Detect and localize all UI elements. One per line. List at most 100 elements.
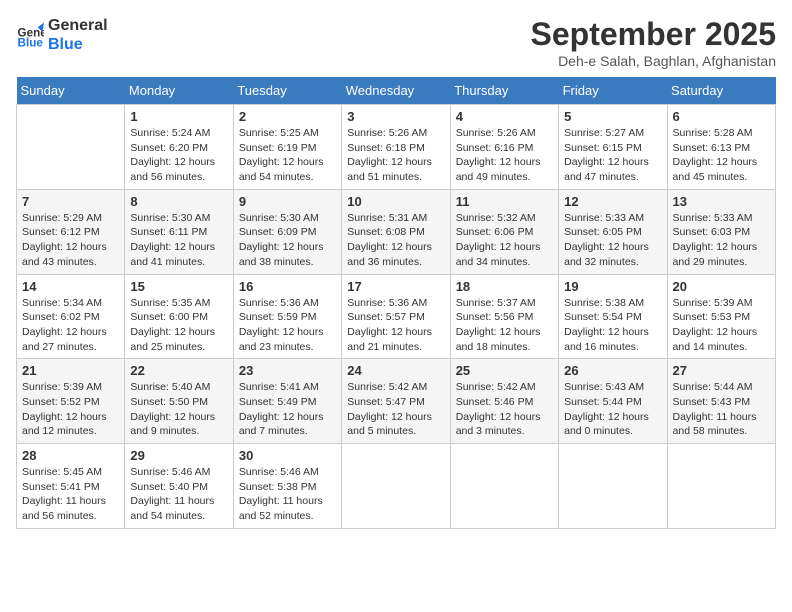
calendar-cell (667, 444, 775, 529)
day-number: 5 (564, 109, 661, 124)
day-info: Sunrise: 5:39 AM Sunset: 5:52 PM Dayligh… (22, 380, 119, 439)
day-info: Sunrise: 5:27 AM Sunset: 6:15 PM Dayligh… (564, 126, 661, 185)
day-number: 14 (22, 279, 119, 294)
day-info: Sunrise: 5:26 AM Sunset: 6:18 PM Dayligh… (347, 126, 444, 185)
day-info: Sunrise: 5:43 AM Sunset: 5:44 PM Dayligh… (564, 380, 661, 439)
calendar-cell: 28 Sunrise: 5:45 AM Sunset: 5:41 PM Dayli… (17, 444, 125, 529)
calendar-table: SundayMondayTuesdayWednesdayThursdayFrid… (16, 77, 776, 529)
day-number: 3 (347, 109, 444, 124)
day-number: 4 (456, 109, 553, 124)
calendar-week-3: 14 Sunrise: 5:34 AM Sunset: 6:02 PM Dayli… (17, 274, 776, 359)
day-info: Sunrise: 5:42 AM Sunset: 5:47 PM Dayligh… (347, 380, 444, 439)
calendar-cell (559, 444, 667, 529)
calendar-cell: 14 Sunrise: 5:34 AM Sunset: 6:02 PM Dayli… (17, 274, 125, 359)
logo-icon: General Blue (16, 21, 44, 49)
day-number: 30 (239, 448, 336, 463)
day-info: Sunrise: 5:41 AM Sunset: 5:49 PM Dayligh… (239, 380, 336, 439)
day-info: Sunrise: 5:45 AM Sunset: 5:41 PM Dayligh… (22, 465, 119, 524)
col-header-friday: Friday (559, 77, 667, 105)
day-number: 8 (130, 194, 227, 209)
calendar-cell: 29 Sunrise: 5:46 AM Sunset: 5:40 PM Dayli… (125, 444, 233, 529)
day-info: Sunrise: 5:40 AM Sunset: 5:50 PM Dayligh… (130, 380, 227, 439)
day-info: Sunrise: 5:30 AM Sunset: 6:09 PM Dayligh… (239, 211, 336, 270)
day-number: 15 (130, 279, 227, 294)
calendar-cell: 3 Sunrise: 5:26 AM Sunset: 6:18 PM Daylig… (342, 105, 450, 190)
calendar-cell: 6Sunrise: 5:28 AM Sunset: 6:13 PM Daylig… (667, 105, 775, 190)
day-number: 12 (564, 194, 661, 209)
day-info: Sunrise: 5:42 AM Sunset: 5:46 PM Dayligh… (456, 380, 553, 439)
calendar-cell: 8 Sunrise: 5:30 AM Sunset: 6:11 PM Daylig… (125, 189, 233, 274)
day-info: Sunrise: 5:30 AM Sunset: 6:11 PM Dayligh… (130, 211, 227, 270)
col-header-tuesday: Tuesday (233, 77, 341, 105)
page-header: General Blue General Blue September 2025… (16, 16, 776, 69)
calendar-cell: 16Sunrise: 5:36 AM Sunset: 5:59 PM Dayli… (233, 274, 341, 359)
col-header-thursday: Thursday (450, 77, 558, 105)
month-title: September 2025 (531, 16, 776, 53)
calendar-cell: 9 Sunrise: 5:30 AM Sunset: 6:09 PM Daylig… (233, 189, 341, 274)
day-info: Sunrise: 5:46 AM Sunset: 5:40 PM Dayligh… (130, 465, 227, 524)
calendar-week-1: 1 Sunrise: 5:24 AM Sunset: 6:20 PM Daylig… (17, 105, 776, 190)
calendar-week-4: 21 Sunrise: 5:39 AM Sunset: 5:52 PM Dayli… (17, 359, 776, 444)
day-number: 10 (347, 194, 444, 209)
calendar-cell: 24Sunrise: 5:42 AM Sunset: 5:47 PM Dayli… (342, 359, 450, 444)
day-info: Sunrise: 5:31 AM Sunset: 6:08 PM Dayligh… (347, 211, 444, 270)
calendar-cell: 17Sunrise: 5:36 AM Sunset: 5:57 PM Dayli… (342, 274, 450, 359)
day-info: Sunrise: 5:28 AM Sunset: 6:13 PM Dayligh… (673, 126, 770, 185)
calendar-week-2: 7 Sunrise: 5:29 AM Sunset: 6:12 PM Daylig… (17, 189, 776, 274)
day-info: Sunrise: 5:24 AM Sunset: 6:20 PM Dayligh… (130, 126, 227, 185)
calendar-week-5: 28 Sunrise: 5:45 AM Sunset: 5:41 PM Dayli… (17, 444, 776, 529)
day-info: Sunrise: 5:36 AM Sunset: 5:57 PM Dayligh… (347, 296, 444, 355)
day-info: Sunrise: 5:35 AM Sunset: 6:00 PM Dayligh… (130, 296, 227, 355)
day-info: Sunrise: 5:36 AM Sunset: 5:59 PM Dayligh… (239, 296, 336, 355)
day-info: Sunrise: 5:39 AM Sunset: 5:53 PM Dayligh… (673, 296, 770, 355)
day-info: Sunrise: 5:46 AM Sunset: 5:38 PM Dayligh… (239, 465, 336, 524)
day-number: 2 (239, 109, 336, 124)
calendar-cell: 20 Sunrise: 5:39 AM Sunset: 5:53 PM Dayli… (667, 274, 775, 359)
day-number: 23 (239, 363, 336, 378)
day-info: Sunrise: 5:26 AM Sunset: 6:16 PM Dayligh… (456, 126, 553, 185)
day-info: Sunrise: 5:34 AM Sunset: 6:02 PM Dayligh… (22, 296, 119, 355)
calendar-cell (450, 444, 558, 529)
day-number: 9 (239, 194, 336, 209)
day-number: 19 (564, 279, 661, 294)
day-info: Sunrise: 5:38 AM Sunset: 5:54 PM Dayligh… (564, 296, 661, 355)
calendar-cell: 2Sunrise: 5:25 AM Sunset: 6:19 PM Daylig… (233, 105, 341, 190)
day-info: Sunrise: 5:44 AM Sunset: 5:43 PM Dayligh… (673, 380, 770, 439)
calendar-cell: 13 Sunrise: 5:33 AM Sunset: 6:03 PM Dayli… (667, 189, 775, 274)
header-row: SundayMondayTuesdayWednesdayThursdayFrid… (17, 77, 776, 105)
logo: General Blue General Blue (16, 16, 108, 54)
calendar-cell (342, 444, 450, 529)
logo-general: General (48, 16, 108, 35)
col-header-monday: Monday (125, 77, 233, 105)
day-info: Sunrise: 5:32 AM Sunset: 6:06 PM Dayligh… (456, 211, 553, 270)
day-info: Sunrise: 5:33 AM Sunset: 6:03 PM Dayligh… (673, 211, 770, 270)
location: Deh-e Salah, Baghlan, Afghanistan (531, 53, 776, 69)
calendar-cell: 18Sunrise: 5:37 AM Sunset: 5:56 PM Dayli… (450, 274, 558, 359)
day-info: Sunrise: 5:29 AM Sunset: 6:12 PM Dayligh… (22, 211, 119, 270)
day-number: 18 (456, 279, 553, 294)
calendar-cell: 1 Sunrise: 5:24 AM Sunset: 6:20 PM Daylig… (125, 105, 233, 190)
title-block: September 2025 Deh-e Salah, Baghlan, Afg… (531, 16, 776, 69)
day-number: 11 (456, 194, 553, 209)
calendar-cell: 26 Sunrise: 5:43 AM Sunset: 5:44 PM Dayli… (559, 359, 667, 444)
day-number: 28 (22, 448, 119, 463)
day-number: 22 (130, 363, 227, 378)
calendar-cell: 11 Sunrise: 5:32 AM Sunset: 6:06 PM Dayli… (450, 189, 558, 274)
day-number: 26 (564, 363, 661, 378)
day-number: 25 (456, 363, 553, 378)
calendar-cell: 25 Sunrise: 5:42 AM Sunset: 5:46 PM Dayli… (450, 359, 558, 444)
calendar-cell: 7 Sunrise: 5:29 AM Sunset: 6:12 PM Daylig… (17, 189, 125, 274)
calendar-cell: 10 Sunrise: 5:31 AM Sunset: 6:08 PM Dayli… (342, 189, 450, 274)
calendar-cell: 12Sunrise: 5:33 AM Sunset: 6:05 PM Dayli… (559, 189, 667, 274)
calendar-cell: 5 Sunrise: 5:27 AM Sunset: 6:15 PM Daylig… (559, 105, 667, 190)
day-number: 29 (130, 448, 227, 463)
svg-text:Blue: Blue (18, 37, 44, 49)
day-number: 1 (130, 109, 227, 124)
calendar-cell: 27Sunrise: 5:44 AM Sunset: 5:43 PM Dayli… (667, 359, 775, 444)
col-header-wednesday: Wednesday (342, 77, 450, 105)
day-number: 20 (673, 279, 770, 294)
calendar-cell: 19 Sunrise: 5:38 AM Sunset: 5:54 PM Dayli… (559, 274, 667, 359)
day-number: 13 (673, 194, 770, 209)
day-number: 21 (22, 363, 119, 378)
day-number: 7 (22, 194, 119, 209)
